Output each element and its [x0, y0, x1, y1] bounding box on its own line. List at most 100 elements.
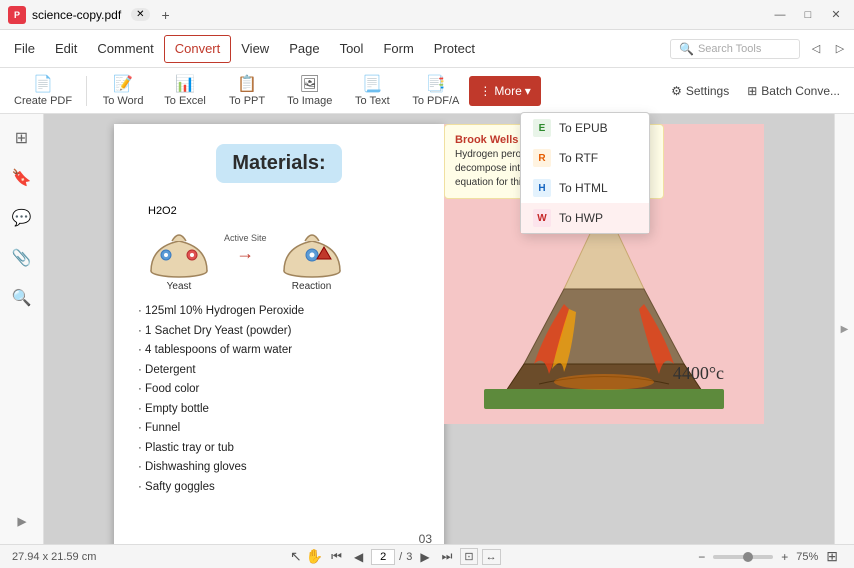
right-sidebar-arrow[interactable]: ▶: [841, 324, 849, 335]
toolbar-separator: [86, 76, 87, 106]
menu-convert[interactable]: Convert: [164, 35, 232, 63]
first-page-button[interactable]: ⏮: [327, 548, 346, 565]
yeast-cell: Yeast: [144, 219, 214, 292]
search-tools-field[interactable]: 🔍 Search Tools: [670, 39, 800, 59]
epub-icon: E: [533, 119, 551, 137]
new-tab-button[interactable]: +: [156, 5, 176, 25]
to-ppt-icon: 📋: [237, 74, 257, 94]
menu-tool[interactable]: Tool: [330, 35, 374, 63]
window-close-button[interactable]: ✕: [826, 5, 846, 25]
search-tools-placeholder: Search Tools: [698, 43, 761, 55]
toolbar: 📄 Create PDF 📝 To Word 📊 To Excel 📋 To P…: [0, 68, 854, 114]
list-item: 4 tablespoons of warm water: [138, 341, 424, 361]
fit-page-button[interactable]: ⊡: [460, 548, 477, 565]
title-bar-left: P science-copy.pdf ✕ +: [8, 5, 176, 25]
formula-text: H2O2: [148, 205, 177, 217]
menu-protect[interactable]: Protect: [424, 35, 485, 63]
menu-edit[interactable]: Edit: [45, 35, 87, 63]
to-ppt-label: To PPT: [229, 95, 265, 107]
create-pdf-button[interactable]: 📄 Create PDF: [6, 70, 80, 111]
window-maximize-button[interactable]: □: [798, 5, 818, 25]
dropdown-hwp[interactable]: W To HWP: [521, 203, 649, 233]
to-ppt-button[interactable]: 📋 To PPT: [217, 70, 277, 111]
list-item: Food color: [138, 380, 424, 400]
yeast-svg: [144, 219, 214, 279]
app-icon: P: [8, 6, 26, 24]
window-minimize-button[interactable]: —: [770, 5, 790, 25]
arrow-icon: →: [236, 243, 254, 264]
batch-convert-button[interactable]: ⊞ Batch Conve...: [739, 80, 848, 102]
dropdown-html[interactable]: H To HTML: [521, 173, 649, 203]
menu-file[interactable]: File: [4, 35, 45, 63]
list-item: Empty bottle: [138, 400, 424, 420]
formula-label: H2O2: [148, 205, 424, 217]
sidebar-attachment-icon[interactable]: 📎: [6, 242, 38, 274]
menu-view[interactable]: View: [231, 35, 279, 63]
nav-forward-button[interactable]: ▷: [830, 39, 850, 59]
arrow-container: Active Site →: [224, 233, 267, 264]
zoom-area: − + 75% ⊞: [694, 547, 842, 566]
menu-page[interactable]: Page: [279, 35, 329, 63]
zoom-percent: 75%: [796, 551, 818, 563]
sidebar-search-icon[interactable]: 🔍: [6, 282, 38, 314]
list-item: 1 Sachet Dry Yeast (powder): [138, 322, 424, 342]
more-button[interactable]: ⋮ More ▾: [469, 76, 540, 106]
materials-heading: Materials:: [216, 144, 341, 183]
to-image-button[interactable]: 🖼 To Image: [279, 70, 340, 111]
dropdown-rtf[interactable]: R To RTF: [521, 143, 649, 173]
list-item: Funnel: [138, 419, 424, 439]
sidebar-comment-icon[interactable]: 💬: [6, 202, 38, 234]
menu-form[interactable]: Form: [373, 35, 423, 63]
to-pdfa-button[interactable]: 📑 To PDF/A: [404, 70, 467, 111]
cursor-tool[interactable]: ↖: [290, 548, 302, 565]
to-text-button[interactable]: 📃 To Text: [342, 70, 402, 111]
hwp-label: To HWP: [559, 211, 603, 225]
view-mode-button[interactable]: ⊞: [822, 547, 842, 566]
diagram-area: Yeast Active Site →: [144, 219, 424, 292]
zoom-slider[interactable]: [713, 555, 773, 559]
next-page-button[interactable]: ▶: [416, 549, 433, 565]
main-layout: ⊞ 🔖 💬 📎 🔍 ◀ Materials: H2O2: [0, 114, 854, 544]
more-dropdown-menu: E To EPUB R To RTF H To HTML W To HWP: [520, 112, 650, 234]
reaction-svg: [277, 219, 347, 279]
to-image-label: To Image: [287, 95, 332, 107]
to-word-icon: 📝: [113, 74, 133, 94]
prev-page-button[interactable]: ◀: [350, 549, 367, 565]
tab-close-button[interactable]: ✕: [131, 8, 149, 21]
list-item: Safty goggles: [138, 478, 424, 498]
total-pages: 3: [406, 551, 412, 563]
reaction-label: Reaction: [292, 281, 331, 292]
menu-comment[interactable]: Comment: [87, 35, 163, 63]
html-label: To HTML: [559, 181, 608, 195]
sidebar-collapse-button[interactable]: ◀: [15, 510, 29, 536]
page-number-input[interactable]: 2: [371, 549, 395, 565]
zoom-out-button[interactable]: −: [694, 549, 709, 565]
last-page-button[interactable]: ⏭: [438, 548, 457, 565]
create-pdf-icon: 📄: [33, 74, 53, 94]
create-pdf-label: Create PDF: [14, 95, 72, 107]
nav-back-button[interactable]: ◁: [806, 39, 826, 59]
dropdown-epub[interactable]: E To EPUB: [521, 113, 649, 143]
app-icon-text: P: [14, 10, 20, 20]
page-number: 03: [419, 532, 432, 544]
search-icon: 🔍: [679, 42, 694, 56]
zoom-in-button[interactable]: +: [777, 549, 792, 565]
more-chevron-icon: ▾: [525, 84, 531, 98]
window-controls: — □ ✕: [770, 5, 846, 25]
to-excel-label: To Excel: [164, 95, 206, 107]
settings-label: Settings: [686, 84, 729, 98]
more-icon: ⋮: [479, 84, 491, 98]
to-excel-button[interactable]: 📊 To Excel: [155, 70, 215, 111]
window-nav-buttons: ◁ ▷: [806, 39, 850, 59]
settings-button[interactable]: ⚙ Settings: [663, 80, 737, 102]
sidebar-pages-icon[interactable]: ⊞: [6, 122, 38, 154]
fit-width-button[interactable]: ↔: [482, 549, 501, 565]
sidebar-bookmark-icon[interactable]: 🔖: [6, 162, 38, 194]
pdf-page: Materials: H2O2: [114, 124, 444, 544]
hwp-icon: W: [533, 209, 551, 227]
to-word-button[interactable]: 📝 To Word: [93, 70, 153, 111]
hand-tool[interactable]: ✋: [306, 548, 323, 565]
list-item: Dishwashing gloves: [138, 458, 424, 478]
filename: science-copy.pdf: [32, 8, 121, 22]
right-sidebar: ▶: [834, 114, 854, 544]
